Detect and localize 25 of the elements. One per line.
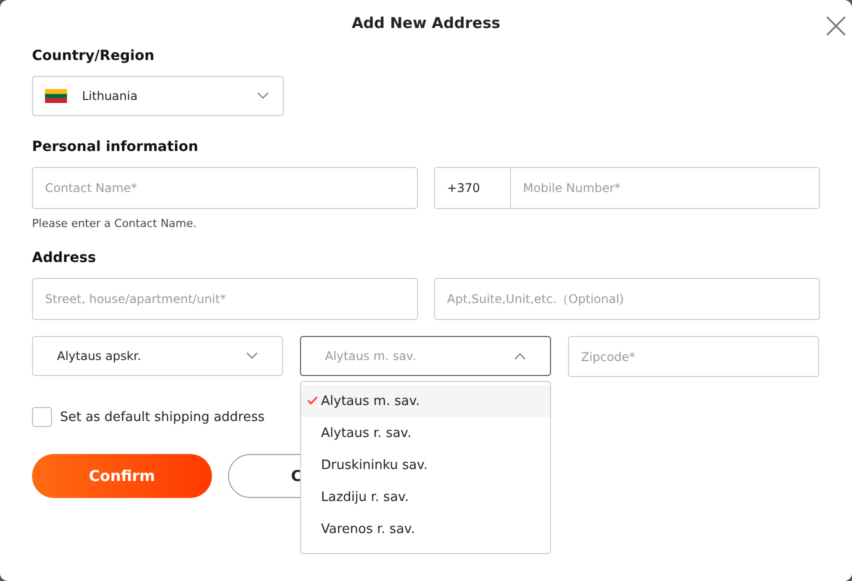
error-message: Please enter a Contact Name. (32, 217, 197, 230)
section-label: Address (32, 250, 96, 266)
chevron-icon (514, 352, 526, 360)
chevron-icon (257, 92, 269, 100)
street-field[interactable]: Street, house/apartment/unit* (32, 278, 418, 320)
dropdown-option[interactable]: Druskininku sav. (301, 449, 550, 481)
mobile-number-field[interactable]: Mobile Number* (510, 167, 820, 209)
dialog-title: Add New Address (352, 14, 500, 34)
dropdown-option[interactable]: Alytaus m. sav. (301, 385, 550, 417)
contact-name-field[interactable]: Contact Name* (32, 167, 418, 209)
region-select[interactable]: Alytaus apskr. (32, 336, 283, 376)
flag-icon (45, 89, 67, 103)
chevron-icon (246, 352, 258, 360)
checkbox[interactable] (32, 407, 52, 427)
section-label: Country/Region (32, 48, 154, 64)
country-select[interactable]: Lithuania (32, 76, 284, 116)
apt-field[interactable]: Apt,Suite,Unit,etc.（Optional) (434, 278, 820, 320)
zipcode-field[interactable]: Zipcode* (568, 336, 819, 377)
dropdown-option[interactable]: Lazdiju r. sav. (301, 481, 550, 513)
dropdown-option[interactable]: Alytaus r. sav. (301, 417, 550, 449)
section-label: Personal information (32, 139, 198, 155)
close-icon[interactable] (826, 16, 846, 36)
check-icon (307, 396, 318, 405)
checkbox-label: Set as default shipping address (60, 410, 265, 424)
dropdown-option[interactable]: Varenos r. sav. (301, 513, 550, 545)
